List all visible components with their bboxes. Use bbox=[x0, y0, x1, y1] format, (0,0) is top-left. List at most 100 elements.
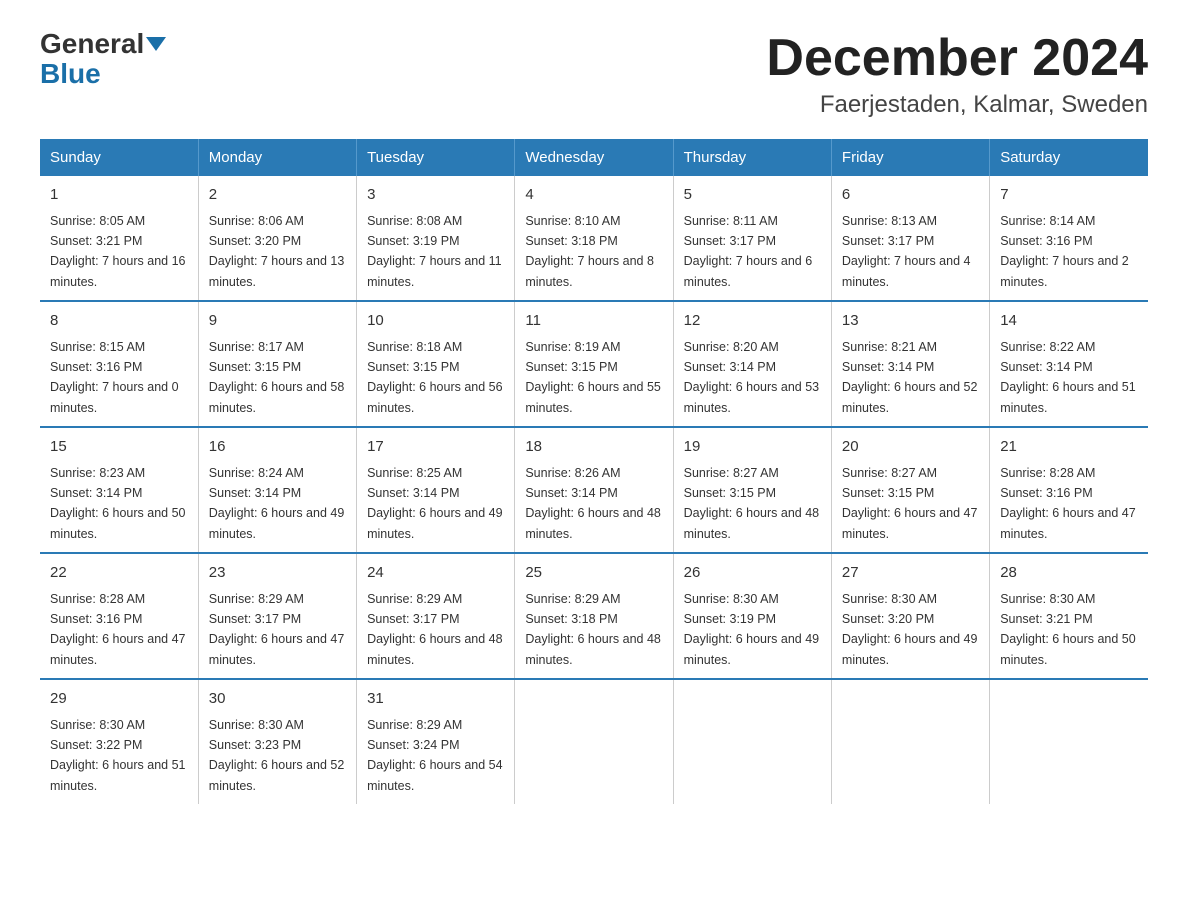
day-number: 4 bbox=[525, 184, 662, 207]
day-cell: 21Sunrise: 8:28 AMSunset: 3:16 PMDayligh… bbox=[990, 427, 1148, 553]
day-info: Sunrise: 8:30 AMSunset: 3:23 PMDaylight:… bbox=[209, 718, 345, 793]
day-info: Sunrise: 8:17 AMSunset: 3:15 PMDaylight:… bbox=[209, 340, 345, 415]
day-cell: 29Sunrise: 8:30 AMSunset: 3:22 PMDayligh… bbox=[40, 679, 198, 804]
day-cell: 27 Sunrise: 8:30 AMSunset: 3:20 PMDayligh… bbox=[831, 553, 989, 679]
day-number: 23 bbox=[209, 562, 346, 585]
day-number: 16 bbox=[209, 436, 346, 459]
day-cell bbox=[673, 679, 831, 804]
logo-arrow-icon bbox=[146, 37, 166, 51]
day-info: Sunrise: 8:28 AMSunset: 3:16 PMDaylight:… bbox=[50, 592, 186, 667]
day-number: 2 bbox=[209, 184, 346, 207]
day-cell: 24 Sunrise: 8:29 AMSunset: 3:17 PMDayligh… bbox=[357, 553, 515, 679]
day-number: 12 bbox=[684, 310, 821, 333]
header-cell-sunday: Sunday bbox=[40, 139, 198, 176]
day-cell: 17 Sunrise: 8:25 AMSunset: 3:14 PMDayligh… bbox=[357, 427, 515, 553]
header-cell-monday: Monday bbox=[198, 139, 356, 176]
day-number: 13 bbox=[842, 310, 979, 333]
day-info: Sunrise: 8:06 AMSunset: 3:20 PMDaylight:… bbox=[209, 214, 345, 289]
header-cell-tuesday: Tuesday bbox=[357, 139, 515, 176]
logo-text-general: General bbox=[40, 28, 144, 59]
header-cell-wednesday: Wednesday bbox=[515, 139, 673, 176]
day-number: 19 bbox=[684, 436, 821, 459]
day-number: 15 bbox=[50, 436, 188, 459]
day-info: Sunrise: 8:27 AMSunset: 3:15 PMDaylight:… bbox=[842, 466, 978, 541]
day-cell: 19 Sunrise: 8:27 AMSunset: 3:15 PMDayligh… bbox=[673, 427, 831, 553]
header-cell-friday: Friday bbox=[831, 139, 989, 176]
week-row-2: 8 Sunrise: 8:15 AMSunset: 3:16 PMDaylight… bbox=[40, 301, 1148, 427]
day-cell bbox=[990, 679, 1148, 804]
day-cell: 3 Sunrise: 8:08 AMSunset: 3:19 PMDaylight… bbox=[357, 176, 515, 301]
day-number: 24 bbox=[367, 562, 504, 585]
day-info: Sunrise: 8:14 AMSunset: 3:16 PMDaylight:… bbox=[1000, 214, 1129, 289]
header-cell-saturday: Saturday bbox=[990, 139, 1148, 176]
day-cell: 9 Sunrise: 8:17 AMSunset: 3:15 PMDaylight… bbox=[198, 301, 356, 427]
title-block: December 2024 Faerjestaden, Kalmar, Swed… bbox=[766, 30, 1148, 119]
day-number: 31 bbox=[367, 688, 504, 711]
day-cell: 7 Sunrise: 8:14 AMSunset: 3:16 PMDaylight… bbox=[990, 176, 1148, 301]
day-cell: 4Sunrise: 8:10 AMSunset: 3:18 PMDaylight… bbox=[515, 176, 673, 301]
day-number: 18 bbox=[525, 436, 662, 459]
day-number: 8 bbox=[50, 310, 188, 333]
day-info: Sunrise: 8:29 AMSunset: 3:24 PMDaylight:… bbox=[367, 718, 503, 793]
page-header: General Blue December 2024 Faerjestaden,… bbox=[40, 30, 1148, 119]
day-number: 11 bbox=[525, 310, 662, 333]
day-number: 28 bbox=[1000, 562, 1138, 585]
day-cell: 13 Sunrise: 8:21 AMSunset: 3:14 PMDayligh… bbox=[831, 301, 989, 427]
calendar-title: December 2024 bbox=[766, 30, 1148, 87]
week-row-1: 1 Sunrise: 8:05 AMSunset: 3:21 PMDaylight… bbox=[40, 176, 1148, 301]
day-cell: 16 Sunrise: 8:24 AMSunset: 3:14 PMDayligh… bbox=[198, 427, 356, 553]
day-number: 30 bbox=[209, 688, 346, 711]
day-cell: 31 Sunrise: 8:29 AMSunset: 3:24 PMDayligh… bbox=[357, 679, 515, 804]
day-info: Sunrise: 8:05 AMSunset: 3:21 PMDaylight:… bbox=[50, 214, 186, 289]
day-info: Sunrise: 8:30 AMSunset: 3:20 PMDaylight:… bbox=[842, 592, 978, 667]
day-number: 1 bbox=[50, 184, 188, 207]
week-row-5: 29Sunrise: 8:30 AMSunset: 3:22 PMDayligh… bbox=[40, 679, 1148, 804]
day-cell: 1 Sunrise: 8:05 AMSunset: 3:21 PMDaylight… bbox=[40, 176, 198, 301]
day-cell: 15 Sunrise: 8:23 AMSunset: 3:14 PMDayligh… bbox=[40, 427, 198, 553]
day-number: 6 bbox=[842, 184, 979, 207]
logo-text-blue: Blue bbox=[40, 60, 101, 88]
day-info: Sunrise: 8:24 AMSunset: 3:14 PMDaylight:… bbox=[209, 466, 345, 541]
day-info: Sunrise: 8:20 AMSunset: 3:14 PMDaylight:… bbox=[684, 340, 820, 415]
day-info: Sunrise: 8:29 AMSunset: 3:17 PMDaylight:… bbox=[209, 592, 345, 667]
day-info: Sunrise: 8:13 AMSunset: 3:17 PMDaylight:… bbox=[842, 214, 971, 289]
day-number: 25 bbox=[525, 562, 662, 585]
day-cell: 8 Sunrise: 8:15 AMSunset: 3:16 PMDaylight… bbox=[40, 301, 198, 427]
day-info: Sunrise: 8:25 AMSunset: 3:14 PMDaylight:… bbox=[367, 466, 503, 541]
day-number: 27 bbox=[842, 562, 979, 585]
day-info: Sunrise: 8:08 AMSunset: 3:19 PMDaylight:… bbox=[367, 214, 502, 289]
day-number: 14 bbox=[1000, 310, 1138, 333]
day-cell: 6 Sunrise: 8:13 AMSunset: 3:17 PMDaylight… bbox=[831, 176, 989, 301]
day-cell: 25Sunrise: 8:29 AMSunset: 3:18 PMDayligh… bbox=[515, 553, 673, 679]
day-info: Sunrise: 8:21 AMSunset: 3:14 PMDaylight:… bbox=[842, 340, 978, 415]
day-cell bbox=[831, 679, 989, 804]
day-info: Sunrise: 8:30 AMSunset: 3:21 PMDaylight:… bbox=[1000, 592, 1136, 667]
day-number: 17 bbox=[367, 436, 504, 459]
day-info: Sunrise: 8:11 AMSunset: 3:17 PMDaylight:… bbox=[684, 214, 813, 289]
day-number: 3 bbox=[367, 184, 504, 207]
day-number: 21 bbox=[1000, 436, 1138, 459]
day-cell: 28 Sunrise: 8:30 AMSunset: 3:21 PMDayligh… bbox=[990, 553, 1148, 679]
calendar-body: 1 Sunrise: 8:05 AMSunset: 3:21 PMDaylight… bbox=[40, 176, 1148, 804]
day-cell: 23 Sunrise: 8:29 AMSunset: 3:17 PMDayligh… bbox=[198, 553, 356, 679]
day-info: Sunrise: 8:19 AMSunset: 3:15 PMDaylight:… bbox=[525, 340, 661, 415]
day-info: Sunrise: 8:30 AMSunset: 3:19 PMDaylight:… bbox=[684, 592, 820, 667]
day-cell: 20 Sunrise: 8:27 AMSunset: 3:15 PMDayligh… bbox=[831, 427, 989, 553]
header-cell-thursday: Thursday bbox=[673, 139, 831, 176]
day-info: Sunrise: 8:23 AMSunset: 3:14 PMDaylight:… bbox=[50, 466, 186, 541]
day-info: Sunrise: 8:30 AMSunset: 3:22 PMDaylight:… bbox=[50, 718, 186, 793]
day-info: Sunrise: 8:26 AMSunset: 3:14 PMDaylight:… bbox=[525, 466, 661, 541]
day-info: Sunrise: 8:27 AMSunset: 3:15 PMDaylight:… bbox=[684, 466, 820, 541]
day-info: Sunrise: 8:15 AMSunset: 3:16 PMDaylight:… bbox=[50, 340, 179, 415]
day-cell: 30 Sunrise: 8:30 AMSunset: 3:23 PMDayligh… bbox=[198, 679, 356, 804]
day-cell bbox=[515, 679, 673, 804]
calendar-subtitle: Faerjestaden, Kalmar, Sweden bbox=[766, 91, 1148, 119]
week-row-3: 15 Sunrise: 8:23 AMSunset: 3:14 PMDayligh… bbox=[40, 427, 1148, 553]
day-cell: 5Sunrise: 8:11 AMSunset: 3:17 PMDaylight… bbox=[673, 176, 831, 301]
day-info: Sunrise: 8:29 AMSunset: 3:17 PMDaylight:… bbox=[367, 592, 503, 667]
day-cell: 18 Sunrise: 8:26 AMSunset: 3:14 PMDayligh… bbox=[515, 427, 673, 553]
day-number: 9 bbox=[209, 310, 346, 333]
day-number: 20 bbox=[842, 436, 979, 459]
day-number: 26 bbox=[684, 562, 821, 585]
day-number: 7 bbox=[1000, 184, 1138, 207]
